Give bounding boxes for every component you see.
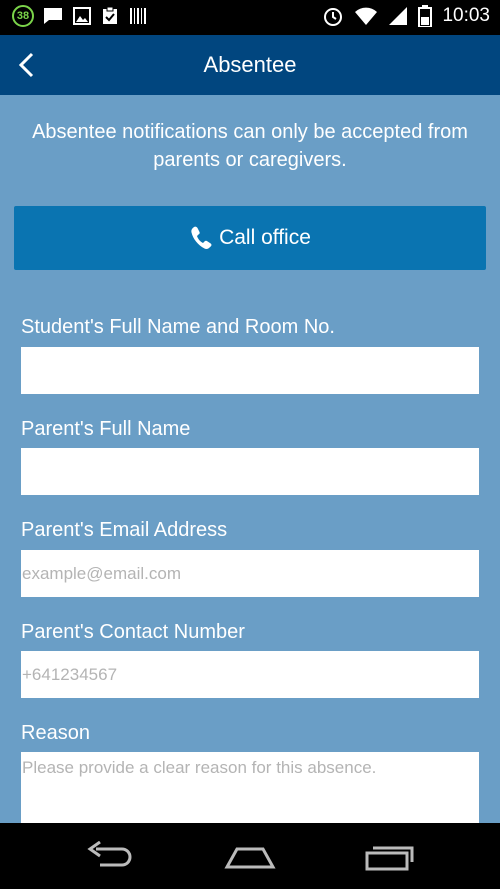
reason-field[interactable]: [21, 752, 479, 823]
parent-phone-field[interactable]: [21, 651, 479, 698]
back-nav-icon[interactable]: [86, 841, 136, 871]
call-office-label: Call office: [219, 226, 311, 249]
battery-icon: [418, 5, 433, 27]
parent-name-label: Parent's Full Name: [21, 418, 191, 440]
signal-icon: [389, 7, 408, 25]
status-bar: 38 10:03: [0, 0, 500, 35]
app-bar: Absentee: [0, 35, 500, 95]
student-name-field[interactable]: [21, 347, 479, 394]
call-office-button[interactable]: Call office: [14, 206, 486, 270]
absentee-form: Absentee notifications can only be accep…: [0, 95, 500, 823]
parent-email-field[interactable]: [21, 550, 479, 597]
parent-phone-label: Parent's Contact Number: [21, 621, 245, 643]
image-icon: [73, 7, 91, 25]
reason-label: Reason: [21, 722, 90, 744]
message-icon: [44, 8, 62, 24]
recent-apps-icon[interactable]: [364, 841, 416, 871]
status-bar-system: 10:03: [322, 5, 490, 27]
parent-email-label: Parent's Email Address: [21, 519, 228, 541]
barcode-icon: [130, 8, 146, 24]
notice-text: Absentee notifications can only be accep…: [32, 121, 468, 171]
clock: 10:03: [442, 5, 490, 26]
clipboard-icon: [103, 6, 117, 24]
navigation-bar: [0, 823, 500, 889]
home-nav-icon[interactable]: [224, 841, 276, 871]
wifi-icon: [355, 7, 378, 25]
student-name-label: Student's Full Name and Room No.: [21, 316, 335, 338]
status-bar-notifications: 38: [12, 5, 148, 27]
notification-count-badge: 38: [12, 5, 34, 27]
phone-icon: [191, 226, 212, 249]
parent-name-field[interactable]: [21, 448, 479, 495]
page-title: Absentee: [203, 52, 297, 77]
alarm-icon: [324, 8, 343, 26]
